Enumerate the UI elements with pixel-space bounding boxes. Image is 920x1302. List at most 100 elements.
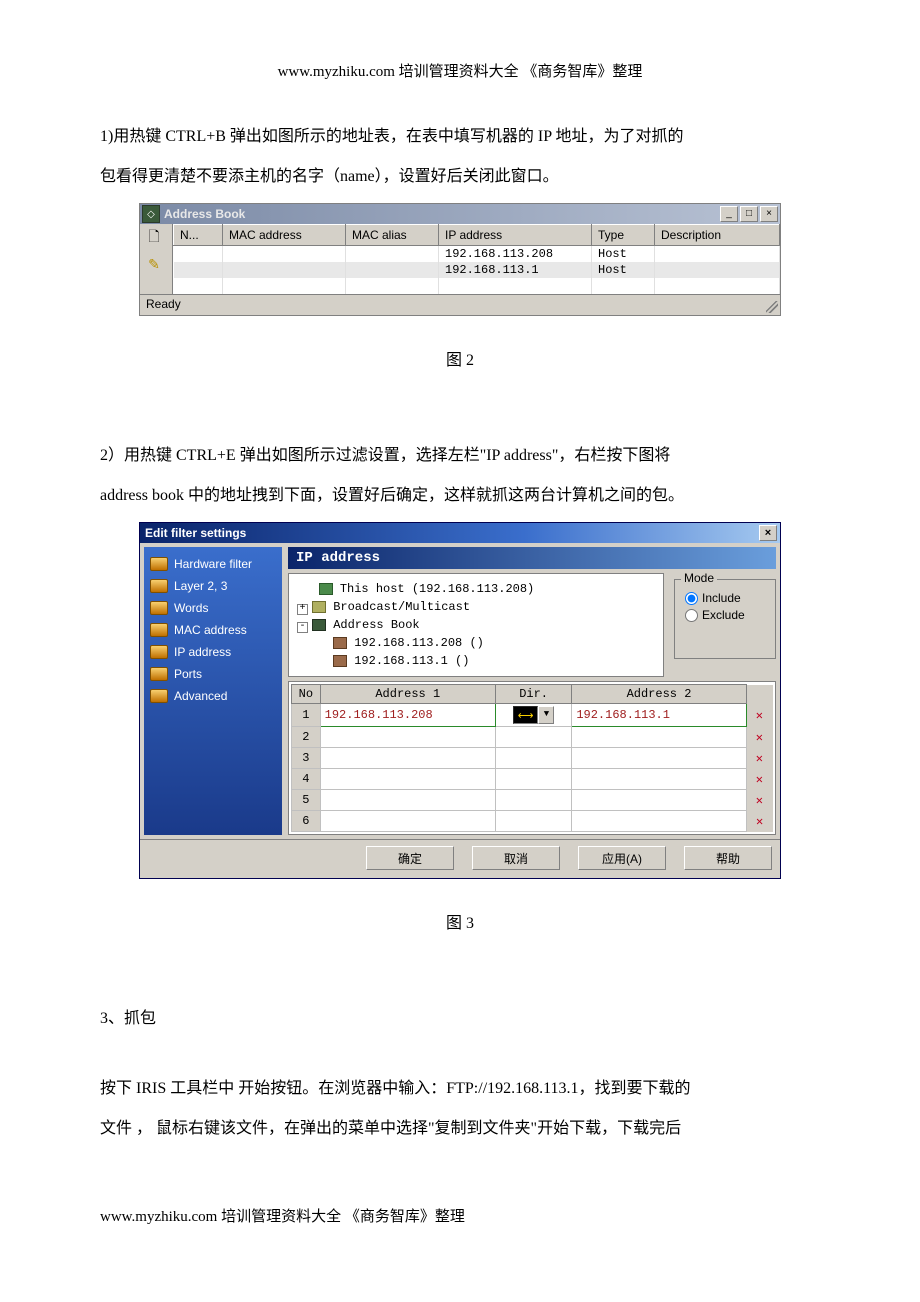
folder-icon <box>150 645 168 659</box>
radio-exclude[interactable] <box>685 609 698 622</box>
filter-row[interactable]: 6✕ <box>292 811 773 832</box>
dropdown-icon[interactable]: ▼ <box>538 706 554 724</box>
paragraph-2-line1: 2）用热键 CTRL+E 弹出如图所示过滤设置，选择左栏"IP address"… <box>100 440 820 472</box>
address-book-app-icon: ◇ <box>142 205 160 223</box>
radio-label: Exclude <box>702 608 745 622</box>
filter-row[interactable]: 3✕ <box>292 748 773 769</box>
table-row[interactable]: 192.168.113.208 Host <box>174 246 780 263</box>
direction-both-icon[interactable]: ⟷ <box>513 706 539 724</box>
mode-legend: Mode <box>681 571 717 585</box>
filter-titlebar[interactable]: Edit filter settings × <box>140 523 780 543</box>
cell-no: 5 <box>292 790 321 811</box>
tree-node-addr1[interactable]: 192.168.113.208 () <box>297 634 655 652</box>
paragraph-1-line2: 包看得更清楚不要添主机的名字（name），设置好后关闭此窗口。 <box>100 161 820 193</box>
apply-button[interactable]: 应用(A) <box>578 846 666 870</box>
delete-row-button[interactable]: ✕ <box>746 811 772 832</box>
col-mac[interactable]: MAC address <box>223 225 346 246</box>
sidebar-item-mac-address[interactable]: MAC address <box>148 619 278 641</box>
filter-row[interactable]: 4✕ <box>292 769 773 790</box>
sidebar-item-label: Ports <box>174 667 202 681</box>
figure-2-caption: 图 2 <box>100 346 820 370</box>
figure-3-caption: 图 3 <box>100 909 820 933</box>
col-mac-alias[interactable]: MAC alias <box>346 225 439 246</box>
sidebar-item-hardware-filter[interactable]: Hardware filter <box>148 553 278 575</box>
table-row[interactable]: 192.168.113.1 Host <box>174 262 780 278</box>
minimize-button[interactable]: _ <box>720 206 738 222</box>
close-button[interactable]: × <box>760 206 778 222</box>
tree-label: 192.168.113.208 () <box>354 636 484 650</box>
radio-include[interactable] <box>685 592 698 605</box>
sidebar-item-label: Layer 2, 3 <box>174 579 227 593</box>
address-filter-grid[interactable]: No Address 1 Dir. Address 2 1 192.168.11… <box>288 681 776 835</box>
dialog-buttons: 确定 取消 应用(A) 帮助 <box>140 839 780 878</box>
col-description[interactable]: Description <box>655 225 780 246</box>
expand-icon[interactable]: + <box>297 604 308 615</box>
sidebar-item-label: IP address <box>174 645 231 659</box>
cell-type: Host <box>592 246 655 263</box>
cell-direction[interactable]: ⟷▼ <box>495 704 571 727</box>
radio-label: Include <box>702 591 741 605</box>
broadcast-icon <box>312 601 326 613</box>
cell-no: 4 <box>292 769 321 790</box>
col-address1[interactable]: Address 1 <box>320 685 495 704</box>
new-entry-button[interactable]: 🗋 <box>142 226 166 250</box>
resize-grip-icon[interactable] <box>766 301 778 313</box>
filter-row[interactable]: 1 192.168.113.208 ⟷▼ 192.168.113.1 ✕ <box>292 704 773 727</box>
paragraph-2-line2: address book 中的地址拽到下面，设置好后确定，这样就抓这两台计算机之… <box>100 480 820 512</box>
close-button[interactable]: × <box>759 525 777 541</box>
sidebar-item-ip-address[interactable]: IP address <box>148 641 278 663</box>
mode-exclude-radio[interactable]: Exclude <box>685 608 765 622</box>
cell-type: Host <box>592 262 655 278</box>
collapse-icon[interactable]: - <box>297 622 308 633</box>
tree-node-addr2[interactable]: 192.168.113.1 () <box>297 652 655 670</box>
cell-address2[interactable]: 192.168.113.1 <box>572 704 746 727</box>
address-book-grid[interactable]: N... MAC address MAC alias IP address Ty… <box>173 224 780 294</box>
sidebar-item-label: MAC address <box>174 623 247 637</box>
delete-row-button[interactable]: ✕ <box>746 769 772 790</box>
paragraph-4-line1: 按下 IRIS 工具栏中 开始按钮。在浏览器中输入：FTP://192.168.… <box>100 1073 820 1105</box>
delete-row-button[interactable]: ✕ <box>746 748 772 769</box>
filter-row[interactable]: 5✕ <box>292 790 773 811</box>
help-button[interactable]: 帮助 <box>684 846 772 870</box>
sidebar-item-advanced[interactable]: Advanced <box>148 685 278 707</box>
tree-node-address-book[interactable]: - Address Book <box>297 616 655 634</box>
cancel-button[interactable]: 取消 <box>472 846 560 870</box>
col-ip[interactable]: IP address <box>439 225 592 246</box>
sidebar-item-label: Hardware filter <box>174 557 252 571</box>
pencil-icon: ✎ <box>148 256 160 273</box>
folder-icon <box>150 601 168 615</box>
tree-label: This host (192.168.113.208) <box>340 582 534 596</box>
delete-row-button[interactable]: ✕ <box>746 790 772 811</box>
address-tree[interactable]: This host (192.168.113.208) + Broadcast/… <box>288 573 664 677</box>
folder-icon <box>150 623 168 637</box>
col-dir[interactable]: Dir. <box>495 685 571 704</box>
address-book-titlebar[interactable]: ◇ Address Book _ □ × <box>140 204 780 224</box>
col-type[interactable]: Type <box>592 225 655 246</box>
edit-entry-button[interactable]: ✎ <box>142 252 166 276</box>
sidebar-item-layer23[interactable]: Layer 2, 3 <box>148 575 278 597</box>
delete-row-button[interactable]: ✕ <box>746 704 772 727</box>
cell-ip: 192.168.113.1 <box>439 262 592 278</box>
ok-button[interactable]: 确定 <box>366 846 454 870</box>
col-name[interactable]: N... <box>174 225 223 246</box>
tree-label: 192.168.113.1 () <box>354 654 469 668</box>
paragraph-4-line2: 文件 ， 鼠标右键该文件，在弹出的菜单中选择"复制到文件夹"开始下载，下载完后 <box>100 1113 820 1145</box>
col-no[interactable]: No <box>292 685 321 704</box>
sidebar-item-ports[interactable]: Ports <box>148 663 278 685</box>
cell-no: 6 <box>292 811 321 832</box>
filter-settings-window: Edit filter settings × Hardware filter L… <box>139 522 781 879</box>
delete-row-button[interactable]: ✕ <box>746 727 772 748</box>
col-address2[interactable]: Address 2 <box>572 685 746 704</box>
status-text: Ready <box>146 297 181 311</box>
filter-row[interactable]: 2✕ <box>292 727 773 748</box>
sidebar-item-words[interactable]: Words <box>148 597 278 619</box>
maximize-button[interactable]: □ <box>740 206 758 222</box>
address-book-icon <box>312 619 326 631</box>
mode-groupbox: Mode Include Exclude <box>674 579 776 659</box>
mode-include-radio[interactable]: Include <box>685 591 765 605</box>
cell-address1[interactable]: 192.168.113.208 <box>320 704 495 727</box>
tree-node-host[interactable]: This host (192.168.113.208) <box>297 580 655 598</box>
filter-title: Edit filter settings <box>143 526 759 540</box>
table-row[interactable] <box>174 278 780 294</box>
tree-node-broadcast[interactable]: + Broadcast/Multicast <box>297 598 655 616</box>
